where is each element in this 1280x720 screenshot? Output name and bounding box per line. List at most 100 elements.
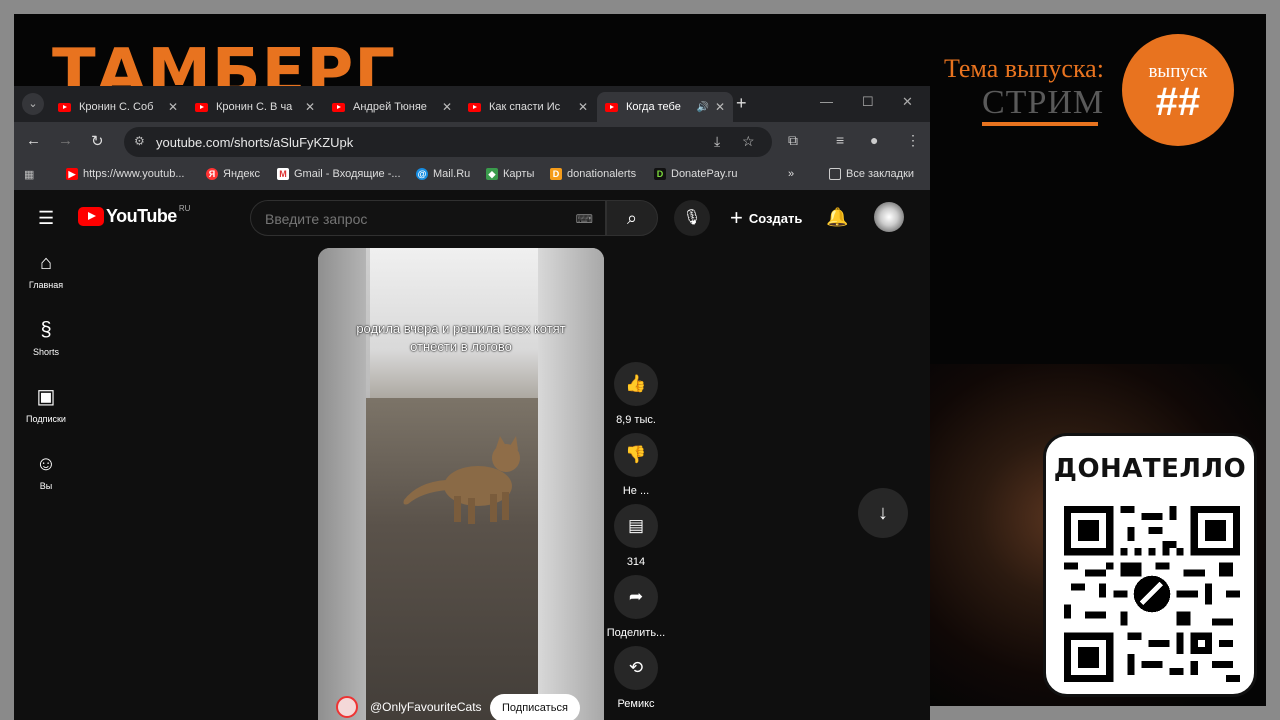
minimize-icon[interactable]: — xyxy=(820,94,833,109)
video-frame xyxy=(538,248,604,720)
youtube-logo-text: YouTube xyxy=(106,206,177,226)
tab-4-active[interactable]: Когда тебе 🔊 ✕ xyxy=(597,92,733,122)
mailru-icon: @ xyxy=(416,168,428,180)
subscriptions-icon: ▣ xyxy=(36,386,56,408)
dislike-button[interactable]: 👎 Не ... xyxy=(612,433,660,497)
theme-label: Тема выпуска: xyxy=(944,54,1104,83)
bookmark-label: Mail.Ru xyxy=(433,168,471,180)
tab-title: Как спасти Ис xyxy=(489,101,561,113)
theme-value: СТРИМ xyxy=(982,84,1105,121)
maximize-icon[interactable]: ☐ xyxy=(862,94,874,110)
close-window-icon[interactable]: ✕ xyxy=(902,94,913,110)
short-video-player[interactable]: родила вчера и решила всех котят отнести… xyxy=(318,248,604,720)
bookmark-label: Карты xyxy=(503,168,535,180)
create-button[interactable]: + Создать xyxy=(718,200,814,236)
back-icon[interactable]: ← xyxy=(26,132,41,149)
url-text[interactable]: youtube.com/shorts/aSluFyKZUpk xyxy=(156,135,353,150)
you-icon: ☺ xyxy=(35,453,57,475)
tab-title: Андрей Тюняе xyxy=(353,101,427,113)
tab-0[interactable]: Кронин С. Соб ✕ xyxy=(50,92,186,122)
media-control-icon[interactable]: ≡ xyxy=(836,132,844,148)
apps-grid-icon[interactable]: ▦ xyxy=(24,168,34,181)
search-button[interactable]: ⌕ xyxy=(606,200,658,236)
tab-close-icon[interactable]: ✕ xyxy=(305,100,315,114)
nav-you[interactable]: ☺ Вы xyxy=(22,451,70,491)
profile-icon[interactable]: ● xyxy=(870,132,878,148)
reload-icon[interactable]: ↻ xyxy=(91,132,104,150)
subscribe-button[interactable]: Подписаться xyxy=(490,694,580,720)
episode-number: ## xyxy=(1155,80,1201,124)
new-tab-button[interactable]: + xyxy=(736,93,747,114)
all-bookmarks[interactable]: Все закладки xyxy=(829,168,914,180)
episode-label: выпуск xyxy=(1148,61,1208,82)
notifications-bell-icon[interactable]: 🔔 xyxy=(826,207,848,228)
video-frame xyxy=(318,248,366,720)
comment-icon[interactable]: ▤ xyxy=(614,504,658,548)
forward-icon[interactable]: → xyxy=(58,132,73,149)
bookmark-maps[interactable]: ◆ Карты xyxy=(486,168,534,180)
microphone-icon[interactable]: 🎙 xyxy=(674,200,710,236)
user-avatar[interactable] xyxy=(874,202,904,232)
tab-2[interactable]: Андрей Тюняе ✕ xyxy=(324,92,460,122)
tab-close-icon[interactable]: ✕ xyxy=(578,100,588,114)
search-box[interactable]: ⌨ xyxy=(250,200,606,236)
bookmark-donatepay[interactable]: D DonatePay.ru xyxy=(654,168,737,180)
speaker-icon[interactable]: 🔊 xyxy=(696,102,708,113)
more-bookmarks-icon[interactable]: » xyxy=(788,168,794,180)
thumbs-down-icon[interactable]: 👎 xyxy=(614,433,658,477)
next-short-arrow-icon[interactable]: ↓ xyxy=(858,488,908,538)
bookmark-star-icon[interactable]: ☆ xyxy=(742,133,755,150)
donation-card: ДОНАТЕЛЛО xyxy=(1043,433,1257,697)
more-menu-icon[interactable]: ⋮ xyxy=(906,132,920,149)
nav-home[interactable]: ⌂ Главная xyxy=(22,250,70,290)
tab-title: Кронин С. В ча xyxy=(216,101,293,113)
remix-button[interactable]: ⟲ Ремикс xyxy=(612,646,660,710)
like-button[interactable]: 👍 8,9 тыс. xyxy=(612,362,660,426)
bookmark-label: donationalerts xyxy=(567,168,637,180)
nav-subscriptions[interactable]: ▣ Подписки xyxy=(22,384,70,424)
tab-bar: ⌄ Кронин С. Соб ✕ Кронин С. В ча ✕ Андре… xyxy=(14,86,930,122)
bookmark-mailru[interactable]: @ Mail.Ru xyxy=(416,168,470,180)
install-app-icon[interactable]: ⤓ xyxy=(714,133,720,150)
tab-3[interactable]: Как спасти Ис ✕ xyxy=(460,92,596,122)
channel-avatar[interactable] xyxy=(336,696,358,718)
donatepay-icon: D xyxy=(654,168,666,180)
tab-1[interactable]: Кронин С. В ча ✕ xyxy=(187,92,323,122)
bookmark-gmail[interactable]: M Gmail - Входящие -... xyxy=(277,168,401,180)
tab-search-button[interactable]: ⌄ xyxy=(22,93,44,115)
youtube-logo[interactable]: YouTube RU xyxy=(78,204,190,227)
tab-close-icon[interactable]: ✕ xyxy=(442,100,452,114)
bookmark-label: Gmail - Входящие -... xyxy=(294,168,401,180)
donationalerts-icon: D xyxy=(550,168,562,180)
shorts-icon: § xyxy=(40,319,52,341)
all-bookmarks-label: Все закладки xyxy=(846,168,915,180)
tab-title: Кронин С. Соб xyxy=(79,101,154,113)
nav-shorts[interactable]: § Shorts xyxy=(22,317,70,357)
bookmark-yandex[interactable]: Я Яндекс xyxy=(206,168,260,180)
browser-window: ⌄ Кронин С. Соб ✕ Кронин С. В ча ✕ Андре… xyxy=(14,86,930,720)
youtube-page: ☰ YouTube RU ⌨ ⌕ 🎙 + Создать 🔔 ⌂ Главная… xyxy=(14,190,930,720)
extensions-icon[interactable]: ⧉ xyxy=(788,132,798,149)
tab-close-icon[interactable]: ✕ xyxy=(715,100,725,114)
plus-icon: + xyxy=(730,205,743,230)
youtube-favicon-icon xyxy=(195,102,208,112)
keyboard-icon[interactable]: ⌨ xyxy=(576,212,593,226)
address-bar[interactable]: ⚙ youtube.com/shorts/aSluFyKZUpk ⤓ ☆ xyxy=(124,127,772,157)
hamburger-menu-icon[interactable]: ☰ xyxy=(38,208,54,229)
remix-icon[interactable]: ⟲ xyxy=(614,646,658,690)
yandex-icon: Я xyxy=(206,168,218,180)
tab-close-icon[interactable]: ✕ xyxy=(168,100,178,114)
search-input[interactable] xyxy=(265,211,545,227)
like-count: 8,9 тыс. xyxy=(616,414,656,426)
youtube-favicon-icon xyxy=(605,102,618,112)
thumbs-up-icon[interactable]: 👍 xyxy=(614,362,658,406)
remix-label: Ремикс xyxy=(617,698,655,710)
bookmark-donationalerts[interactable]: Ddonationalerts xyxy=(550,168,636,180)
channel-name[interactable]: @OnlyFavouriteCats xyxy=(370,700,482,714)
comments-button[interactable]: ▤ 314 xyxy=(612,504,660,568)
channel-info[interactable]: @OnlyFavouriteCats xyxy=(336,694,482,720)
share-icon[interactable]: ➦ xyxy=(614,575,658,619)
bookmark-youtube[interactable]: ▶ https://www.youtub... xyxy=(66,168,185,180)
share-button[interactable]: ➦ Поделить... xyxy=(607,575,665,639)
site-info-icon[interactable]: ⚙ xyxy=(134,134,145,148)
